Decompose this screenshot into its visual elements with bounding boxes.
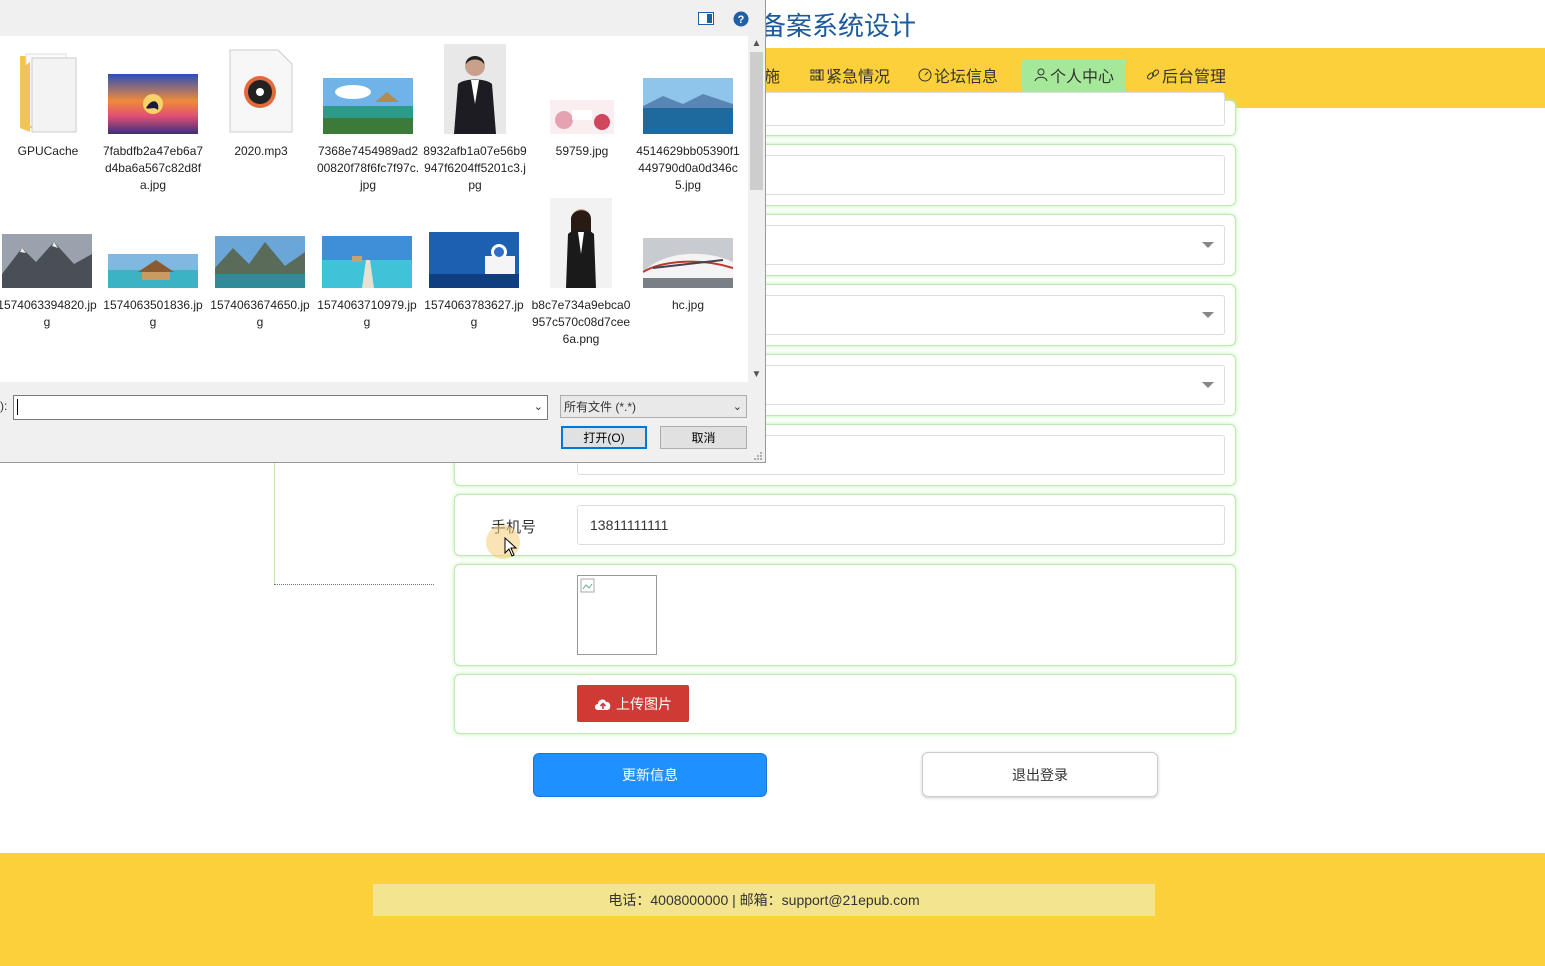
chevron-down-icon[interactable]: ⌄ xyxy=(534,400,543,413)
filename-input[interactable]: ⌄ xyxy=(13,395,548,420)
form-row-photo xyxy=(454,564,1236,666)
folder-icon xyxy=(20,53,77,133)
file-item[interactable]: 1574063783627.jpg xyxy=(422,232,526,331)
file-item[interactable]: 7368e7454989ad200820f78f6fc7f97c.jpg xyxy=(316,78,420,194)
file-name: 59759.jpg xyxy=(555,144,609,158)
image-thumbnail xyxy=(323,78,413,134)
avatar-image-placeholder xyxy=(577,575,657,655)
text-cursor xyxy=(17,399,18,415)
filetype-select[interactable]: 所有文件 (*.*) ⌄ xyxy=(560,395,747,418)
file-name: 1574063501836.jpg xyxy=(103,298,203,329)
divider xyxy=(274,584,434,585)
footer-contact: 电话：4008000000 | 邮箱：support@21epub.com xyxy=(373,884,1155,916)
cancel-button[interactable]: 取消 xyxy=(660,426,747,449)
file-item[interactable]: 1574063710979.jpg xyxy=(315,236,419,331)
audio-file-icon xyxy=(229,49,293,133)
user-icon xyxy=(1034,60,1048,96)
file-item[interactable]: b8c7e734a9ebca0957c570c08d7cee6a.png xyxy=(529,198,633,348)
site-title: 备案系统设计 xyxy=(760,11,917,41)
image-thumbnail xyxy=(550,100,614,134)
divider xyxy=(274,462,275,584)
update-info-button[interactable]: 更新信息 xyxy=(533,753,767,797)
logout-button[interactable]: 退出登录 xyxy=(922,752,1158,797)
upload-label: 上传图片 xyxy=(616,695,672,712)
nav-item-personal-center[interactable]: 个人中心 xyxy=(1022,60,1127,96)
file-name: 1574063710979.jpg xyxy=(317,298,417,329)
preview-pane-icon[interactable] xyxy=(698,12,714,25)
file-name: 8932afb1a07e56b9947f6204ff5201c3.jpg xyxy=(423,144,527,192)
nav-label: 后台管理 xyxy=(1162,69,1227,87)
chevron-down-icon[interactable]: ⌄ xyxy=(733,396,742,419)
file-name: GPUCache xyxy=(17,144,79,158)
file-name: b8c7e734a9ebca0957c570c08d7cee6a.png xyxy=(531,298,631,346)
file-item[interactable]: 7fabdfb2a47eb6a7d4ba6a567c82d8fa.jpg xyxy=(101,74,205,194)
file-item[interactable]: 1574063501836.jpg xyxy=(101,254,205,331)
image-thumbnail xyxy=(2,234,92,288)
file-name: 1574063394820.jpg xyxy=(0,298,97,329)
file-name: hc.jpg xyxy=(671,298,705,312)
link-icon xyxy=(1146,60,1160,96)
image-thumbnail xyxy=(429,232,519,288)
nav-label: 论坛信息 xyxy=(934,69,999,87)
image-thumbnail xyxy=(642,238,734,288)
phone-value: 13811111111 xyxy=(590,517,669,533)
chevron-down-icon xyxy=(1202,242,1214,248)
nav-label: 紧急情况 xyxy=(826,69,891,87)
scroll-down-icon[interactable]: ▼ xyxy=(748,369,765,380)
broken-image-icon xyxy=(580,578,595,593)
image-thumbnail xyxy=(108,254,198,288)
upload-image-button[interactable]: 上传图片 xyxy=(577,685,689,722)
file-item[interactable]: 4514629bb05390f1449790d0a0d346c5.jpg xyxy=(636,78,740,194)
nav-item-admin[interactable]: 后台管理 xyxy=(1134,60,1238,96)
file-item[interactable]: hc.jpg xyxy=(636,238,740,314)
nav-item-emergency[interactable]: 紧急情况 xyxy=(798,60,902,96)
file-name: 4514629bb05390f1449790d0a0d346c5.jpg xyxy=(636,144,740,192)
scroll-up-icon[interactable]: ▲ xyxy=(748,38,765,49)
filename-label: ): xyxy=(0,399,8,413)
file-name: 7368e7454989ad200820f78f6fc7f97c.jpg xyxy=(316,144,420,192)
dialog-toolbar xyxy=(0,0,765,36)
mouse-cursor-icon xyxy=(504,537,518,557)
form-row-upload xyxy=(454,674,1236,734)
image-thumbnail xyxy=(643,78,733,134)
file-name: 1574063783627.jpg xyxy=(424,298,524,329)
phone-field[interactable] xyxy=(577,505,1225,545)
file-item[interactable]: 59759.jpg xyxy=(530,100,634,160)
nav-item-forum[interactable]: 论坛信息 xyxy=(906,60,1010,96)
svg-text:?: ? xyxy=(738,14,745,26)
scrollbar-thumb[interactable] xyxy=(750,52,763,190)
file-name: 7fabdfb2a47eb6a7d4ba6a567c82d8fa.jpg xyxy=(102,144,204,192)
file-item[interactable]: 8932afb1a07e56b9947f6204ff5201c3.jpg xyxy=(423,44,527,194)
image-thumbnail xyxy=(215,236,305,288)
file-item[interactable]: GPUCache xyxy=(0,50,100,160)
file-item[interactable]: 2020.mp3 xyxy=(209,48,313,160)
image-thumbnail xyxy=(108,74,198,134)
filetype-value: 所有文件 (*.*) xyxy=(564,400,637,414)
file-item[interactable]: 1574063674650.jpg xyxy=(208,236,312,331)
file-name: 1574063674650.jpg xyxy=(210,298,310,329)
cloud-upload-icon xyxy=(595,699,611,710)
grid-icon xyxy=(810,60,824,96)
gauge-icon xyxy=(918,60,932,96)
image-thumbnail xyxy=(550,198,612,288)
nav-label: 个人中心 xyxy=(1050,69,1115,87)
file-item[interactable]: 1574063394820.jpg xyxy=(0,234,99,331)
image-thumbnail xyxy=(444,44,506,134)
chevron-down-icon xyxy=(1202,382,1214,388)
resize-grip-icon[interactable] xyxy=(753,451,763,461)
open-button[interactable]: 打开(O) xyxy=(561,426,647,449)
chevron-down-icon xyxy=(1202,312,1214,318)
image-thumbnail xyxy=(322,236,412,288)
file-name: 2020.mp3 xyxy=(234,144,288,158)
help-icon[interactable]: ? xyxy=(733,11,749,27)
